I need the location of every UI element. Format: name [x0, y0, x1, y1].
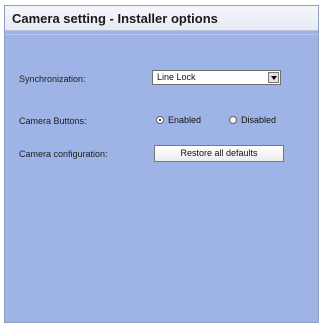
camera-buttons-disabled-radio[interactable]	[229, 116, 237, 124]
camera-buttons-disabled-label[interactable]: Disabled	[241, 115, 276, 125]
title-bar: Camera setting - Installer options	[5, 6, 318, 31]
camera-buttons-disabled-option[interactable]: Disabled	[229, 114, 276, 126]
camera-buttons-enabled-label[interactable]: Enabled	[168, 115, 201, 125]
chevron-down-icon[interactable]	[268, 72, 279, 83]
camera-buttons-enabled-option[interactable]: Enabled	[156, 114, 201, 126]
camera-configuration-label: Camera configuration:	[19, 149, 108, 159]
synchronization-selected-value: Line Lock	[157, 72, 196, 82]
synchronization-label: Synchronization:	[19, 74, 86, 84]
restore-all-defaults-button[interactable]: Restore all defaults	[154, 145, 284, 162]
synchronization-select[interactable]: Line Lock	[152, 70, 281, 85]
content-divider	[5, 34, 318, 35]
installer-options-panel: Camera setting - Installer options Synch…	[4, 5, 319, 323]
page-title: Camera setting - Installer options	[12, 11, 218, 26]
camera-buttons-enabled-radio[interactable]	[156, 116, 164, 124]
camera-buttons-label: Camera Buttons:	[19, 116, 87, 126]
